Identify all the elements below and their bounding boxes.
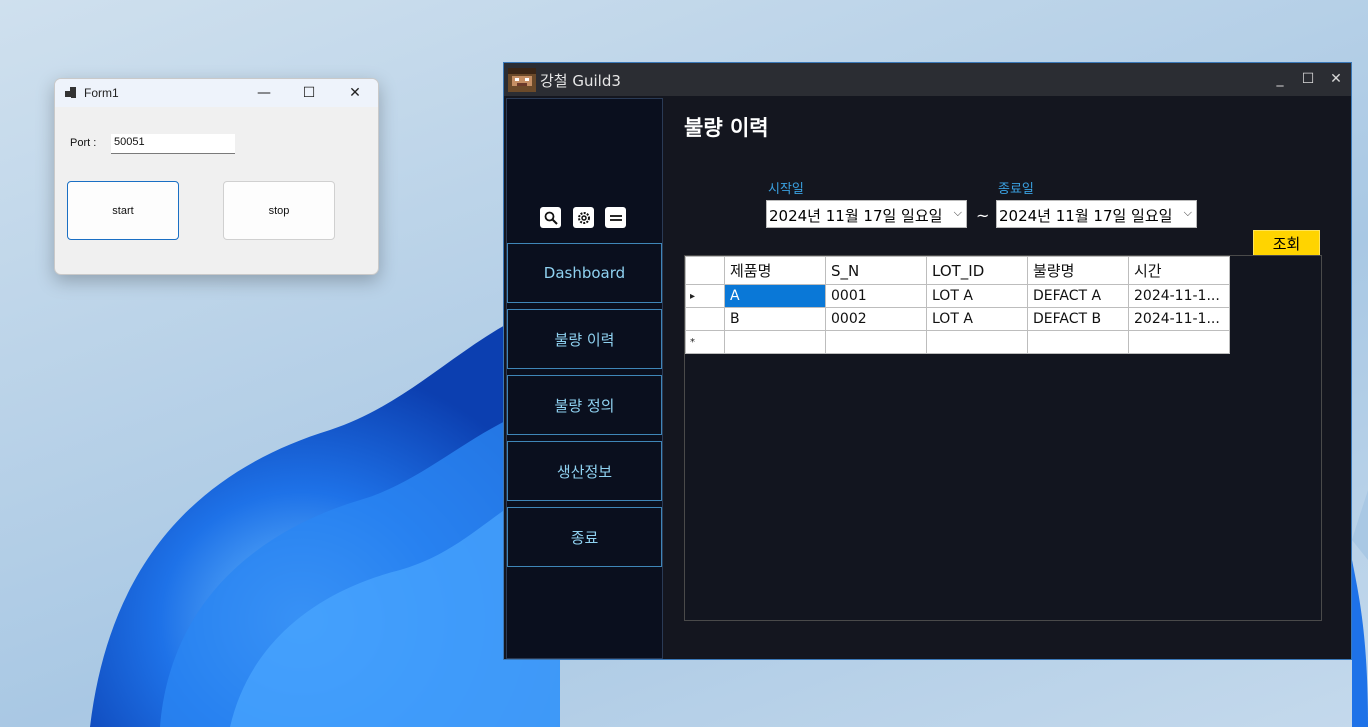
- search-icon[interactable]: [540, 207, 561, 228]
- table-cell[interactable]: LOT A: [926, 284, 1028, 308]
- app-icon: [508, 68, 536, 92]
- table-cell[interactable]: [1128, 330, 1230, 354]
- end-date-value: 2024년 11월 17일 일요일: [999, 207, 1173, 225]
- table-cell[interactable]: DEFACT B: [1027, 307, 1129, 331]
- nav-dashboard[interactable]: Dashboard: [507, 243, 662, 303]
- row-header[interactable]: [685, 307, 725, 331]
- app-titlebar[interactable]: 강철 Guild3 _ ☐ ✕: [504, 63, 1351, 96]
- table-cell[interactable]: 2024-11-1...: [1128, 284, 1230, 308]
- end-date-label: 종료일: [998, 182, 1034, 197]
- table-cell[interactable]: A: [724, 284, 826, 308]
- minimize-button[interactable]: —: [241, 79, 287, 107]
- chevron-down-icon: ⌵: [1183, 206, 1192, 219]
- table-cell[interactable]: [926, 330, 1028, 354]
- nav-exit[interactable]: 종료: [507, 507, 662, 567]
- column-header[interactable]: 시간: [1128, 256, 1230, 285]
- close-button[interactable]: ✕: [1322, 66, 1350, 92]
- main-content: 불량 이력 시작일 종료일 2024년 11월 17일 일요일 ⌵ ~ 2024…: [664, 96, 1351, 659]
- table-cell[interactable]: [825, 330, 927, 354]
- table-row[interactable]: B 0002 LOT A DEFACT B 2024-11-1...: [685, 307, 1230, 331]
- table-cell[interactable]: [724, 330, 826, 354]
- table-cell[interactable]: 0001: [825, 284, 927, 308]
- form1-title: Form1: [84, 86, 119, 100]
- maximize-button[interactable]: ☐: [286, 79, 332, 107]
- table-cell[interactable]: B: [724, 307, 826, 331]
- defect-grid[interactable]: 제품명 S_N LOT_ID 불량명 시간 ▸ A 0001 LOT A DEF…: [684, 255, 1322, 621]
- start-date-picker[interactable]: 2024년 11월 17일 일요일 ⌵: [766, 200, 967, 228]
- form1-window: Form1 — ☐ ✕ Port : 50051 start stop: [54, 78, 379, 275]
- chevron-down-icon: ⌵: [953, 206, 962, 219]
- table-cell[interactable]: LOT A: [926, 307, 1028, 331]
- sidebar: Dashboard 불량 이력 불량 정의 생산정보 종료: [506, 98, 663, 659]
- close-button[interactable]: ✕: [332, 79, 378, 107]
- table-cell[interactable]: 0002: [825, 307, 927, 331]
- table-cell[interactable]: [1027, 330, 1129, 354]
- gear-icon[interactable]: [573, 207, 594, 228]
- stop-button[interactable]: stop: [223, 181, 335, 240]
- app-title: 강철 Guild3: [540, 72, 621, 90]
- guild3-window: 강철 Guild3 _ ☐ ✕ Dashboard 불량 이력 불량 정의 생산…: [503, 62, 1352, 660]
- query-button[interactable]: 조회: [1253, 230, 1320, 256]
- end-date-picker[interactable]: 2024년 11월 17일 일요일 ⌵: [996, 200, 1197, 228]
- row-header-corner: [685, 256, 725, 285]
- nav-defect-history[interactable]: 불량 이력: [507, 309, 662, 369]
- form1-titlebar[interactable]: Form1 — ☐ ✕: [55, 79, 378, 107]
- minimize-button[interactable]: _: [1266, 66, 1294, 92]
- column-header[interactable]: LOT_ID: [926, 256, 1028, 285]
- current-row-marker[interactable]: ▸: [685, 284, 725, 308]
- defect-table: 제품명 S_N LOT_ID 불량명 시간 ▸ A 0001 LOT A DEF…: [685, 256, 1230, 354]
- new-row[interactable]: *: [685, 330, 1230, 354]
- app-icon: [65, 87, 77, 99]
- column-header[interactable]: 불량명: [1027, 256, 1129, 285]
- start-date-label: 시작일: [768, 182, 804, 197]
- column-header[interactable]: S_N: [825, 256, 927, 285]
- menu-icon[interactable]: [605, 207, 626, 228]
- table-cell[interactable]: DEFACT A: [1027, 284, 1129, 308]
- range-separator: ~: [976, 206, 990, 225]
- table-header-row: 제품명 S_N LOT_ID 불량명 시간: [685, 256, 1230, 285]
- table-row[interactable]: ▸ A 0001 LOT A DEFACT A 2024-11-1...: [685, 284, 1230, 308]
- nav-production-info[interactable]: 생산정보: [507, 441, 662, 501]
- port-label: Port :: [70, 137, 97, 149]
- maximize-button[interactable]: ☐: [1294, 66, 1322, 92]
- page-title: 불량 이력: [684, 116, 769, 140]
- port-input[interactable]: 50051: [111, 134, 235, 154]
- nav-defect-definition[interactable]: 불량 정의: [507, 375, 662, 435]
- table-cell[interactable]: 2024-11-1...: [1128, 307, 1230, 331]
- column-header[interactable]: 제품명: [724, 256, 826, 285]
- start-button[interactable]: start: [67, 181, 179, 240]
- start-date-value: 2024년 11월 17일 일요일: [769, 207, 943, 225]
- new-row-marker[interactable]: *: [685, 330, 725, 354]
